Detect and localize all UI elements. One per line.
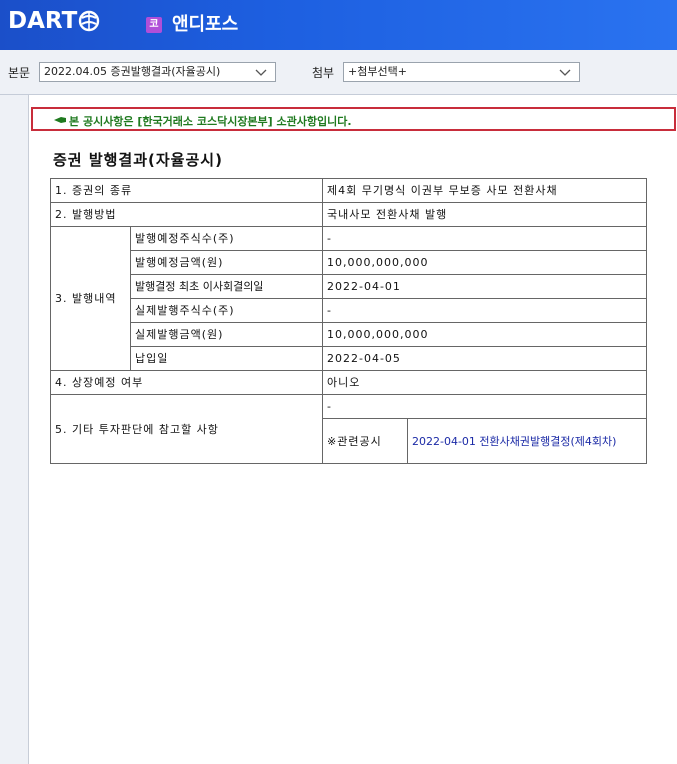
sub-value: -: [321, 226, 648, 251]
sub-value: 10,000,000,000: [321, 250, 648, 275]
market-badge: 코: [146, 17, 162, 33]
row-label: 4. 상장예정 여부: [50, 370, 323, 395]
sub-value: 2022-04-05: [321, 346, 648, 371]
row-label: 1. 증권의 종류: [50, 178, 323, 203]
disclosure-table: 1. 증권의 종류 제4회 무기명식 이권부 무보증 사모 전환사채 2. 발행…: [50, 178, 648, 464]
row-value: 아니오: [321, 370, 648, 395]
top-header: DART 코 앤디포스: [0, 0, 677, 50]
table-row: 3. 발행내역 발행예정주식수(주) -: [50, 226, 648, 371]
sub-value: 10,000,000,000: [321, 322, 648, 347]
related-disclosure-link[interactable]: 2022-04-01 전환사채권발행결정(제4회차): [406, 418, 648, 464]
attach-select[interactable]: +첨부선택+: [343, 62, 580, 82]
attach-label: 첨부: [312, 66, 335, 80]
related-label: ※관련공시: [322, 418, 408, 464]
table-row: 실제발행주식수(주) -: [51, 298, 648, 323]
row-value: 제4회 무기명식 이권부 무보증 사모 전환사채: [321, 178, 648, 203]
table-row: 발행결정 최초 이사회결의일 2022-04-01: [51, 274, 648, 299]
main-doc-label: 본문: [8, 66, 31, 80]
table-row: 5. 기타 투자판단에 참고할 사항 -: [50, 394, 648, 464]
dart-logo[interactable]: DART: [8, 8, 100, 34]
attach-select-value: +첨부선택+: [348, 65, 407, 78]
toolbar: 본문 2022.04.05 증권발행결과(자율공시) 첨부 +첨부선택+: [0, 50, 677, 95]
notice-text: 본 공시사항은 [한국거래소 코스닥시장본부] 소관사항입니다.: [53, 113, 352, 129]
row-label: 2. 발행방법: [50, 202, 323, 227]
sub-label: 실제발행금액(원): [130, 322, 323, 347]
row-label: 5. 기타 투자판단에 참고할 사항: [50, 394, 323, 464]
logo-text: DART: [8, 8, 78, 34]
row-value: -: [321, 394, 648, 419]
notice-message: 본 공시사항은 [한국거래소 코스닥시장본부] 소관사항입니다.: [69, 115, 352, 128]
main-doc-select[interactable]: 2022.04.05 증권발행결과(자율공시): [39, 62, 276, 82]
row-label: 3. 발행내역: [50, 226, 131, 371]
main-doc-select-value: 2022.04.05 증권발행결과(자율공시): [44, 65, 221, 78]
document-title: 증권 발행결과(자율공시): [53, 151, 223, 169]
table-row: 발행예정금액(원) 10,000,000,000: [51, 250, 648, 275]
sub-label: 발행예정주식수(주): [130, 226, 323, 251]
pointing-hand-icon: [54, 117, 66, 123]
sub-value: 2022-04-01: [321, 274, 648, 299]
table-row: 납입일 2022-04-05: [51, 346, 648, 371]
table-row: 2. 발행방법 국내사모 전환사채 발행: [50, 202, 648, 227]
company-name: 앤디포스: [172, 14, 239, 35]
sub-value: -: [321, 298, 648, 323]
table-row: 실제발행금액(원) 10,000,000,000: [51, 322, 648, 347]
row-value: 국내사모 전환사채 발행: [321, 202, 648, 227]
chevron-down-icon: [559, 69, 571, 76]
sub-label: 실제발행주식수(주): [130, 298, 323, 323]
document-viewer[interactable]: 본 공시사항은 [한국거래소 코스닥시장본부] 소관사항입니다. 증권 발행결과…: [28, 95, 677, 764]
sub-label: 납입일: [130, 346, 323, 371]
table-row: 1. 증권의 종류 제4회 무기명식 이권부 무보증 사모 전환사채: [50, 178, 648, 203]
chevron-down-icon: [255, 69, 267, 76]
globe-icon: [79, 10, 100, 32]
table-row: 4. 상장예정 여부 아니오: [50, 370, 648, 395]
sub-label: 발행예정금액(원): [130, 250, 323, 275]
sub-label: 발행결정 최초 이사회결의일: [130, 274, 323, 299]
company-header: 코 앤디포스: [146, 14, 238, 36]
notice-box: 본 공시사항은 [한국거래소 코스닥시장본부] 소관사항입니다.: [31, 107, 676, 131]
